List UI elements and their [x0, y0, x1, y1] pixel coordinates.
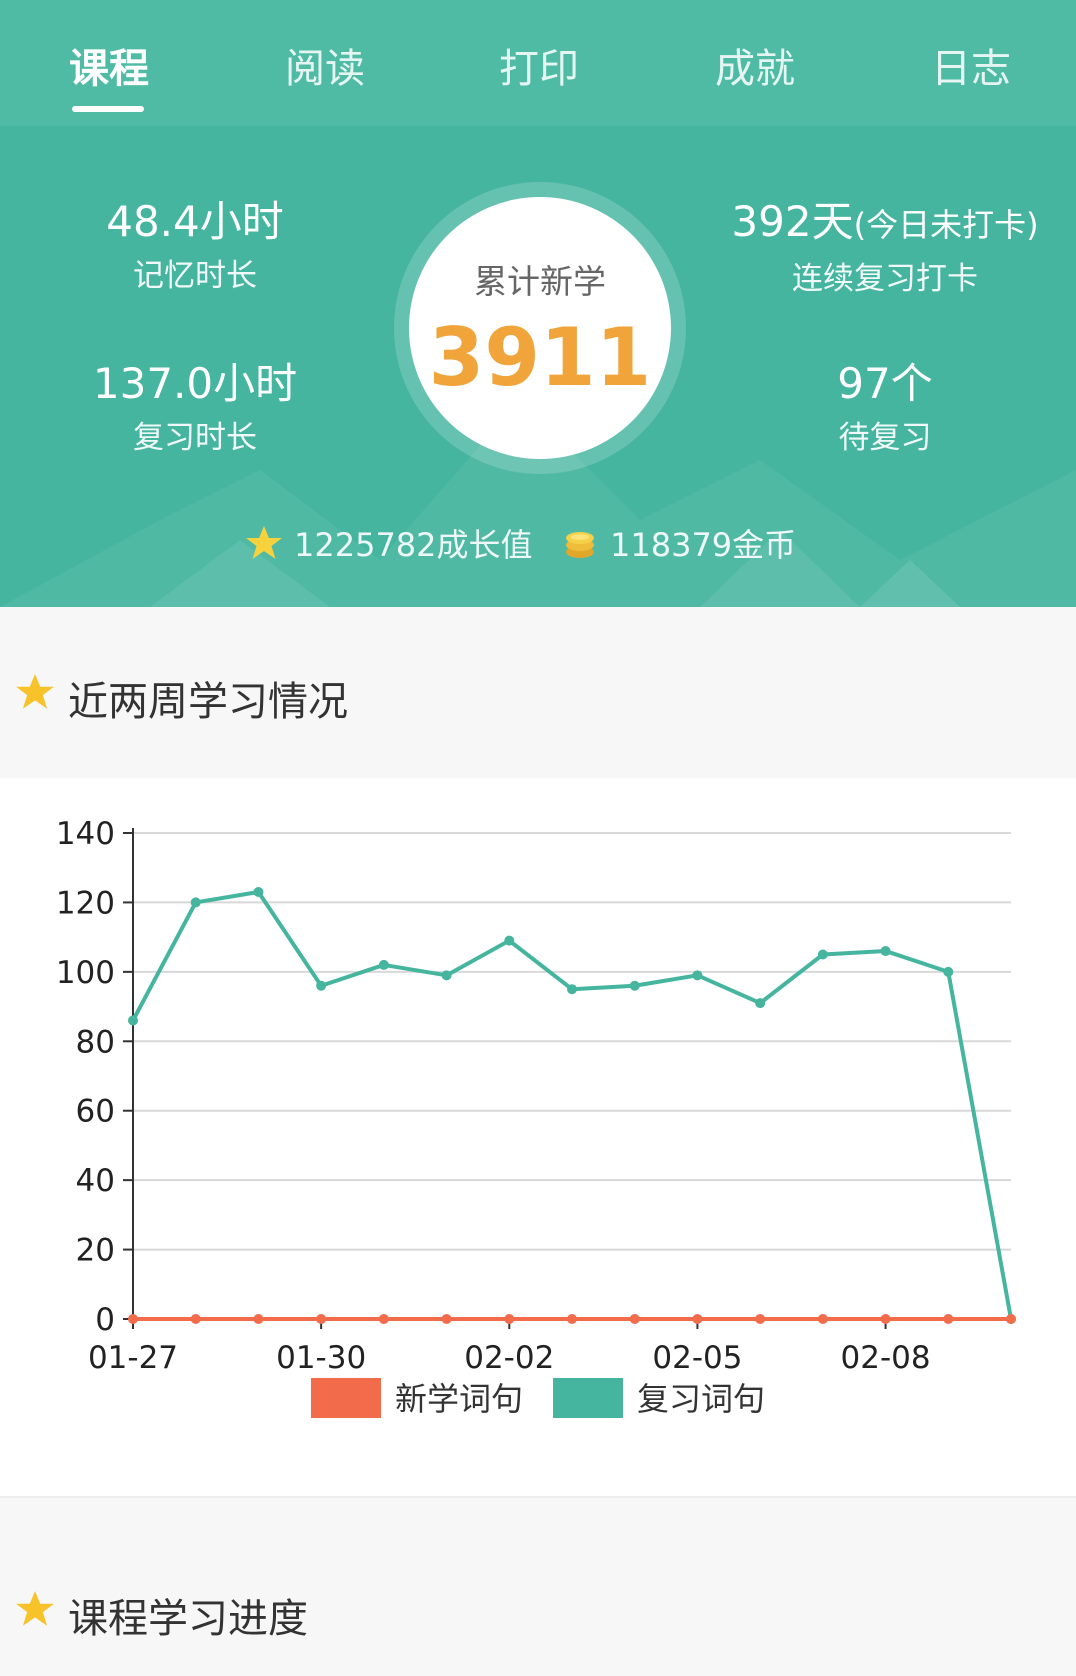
legend-label: 复习词句	[637, 1380, 765, 1418]
legend-swatch	[311, 1378, 381, 1418]
x-tick-label: 01-30	[276, 1340, 366, 1376]
streak-value: 392天	[731, 197, 854, 246]
y-tick-label: 40	[76, 1163, 115, 1199]
total-new-circle[interactable]: 累计新学 3911	[409, 197, 671, 459]
data-point	[128, 1015, 138, 1026]
data-point	[504, 935, 515, 946]
tab-reading[interactable]: 阅读	[260, 36, 390, 92]
data-point	[441, 970, 452, 981]
section-title: 课程学习进度	[68, 1596, 308, 1642]
total-new-value: 3911	[428, 311, 652, 404]
review-time-label: 复习时长	[133, 420, 257, 456]
legend-label: 新学词句	[395, 1380, 523, 1418]
data-point	[755, 1314, 766, 1324]
course-progress-section-header: 课程学习进度	[0, 1500, 1076, 1676]
section-title: 近两周学习情况	[68, 679, 348, 725]
data-point	[567, 984, 577, 995]
y-tick-label: 20	[76, 1233, 115, 1269]
data-point	[316, 980, 327, 991]
memory-time-value: 48.4小时	[106, 197, 284, 246]
y-tick-label: 60	[76, 1094, 115, 1130]
data-point	[880, 1314, 891, 1324]
y-tick-label: 120	[56, 885, 115, 921]
x-tick-label: 02-02	[464, 1340, 554, 1376]
data-point	[629, 980, 640, 991]
review-time-value: 137.0小时	[92, 359, 298, 408]
data-point	[253, 1314, 264, 1324]
growth-points: 1225782成长值	[244, 518, 533, 568]
y-tick-label: 140	[56, 816, 115, 852]
two-week-study-section-header: 近两周学习情况	[0, 607, 1076, 775]
star-icon	[246, 526, 282, 559]
data-point	[378, 1314, 389, 1324]
y-tick-label: 0	[95, 1302, 115, 1338]
pending-value: 97个	[837, 359, 933, 408]
study-chart-card: 0 20 40 60 80 100 120 140 01-27 01-30 02-02 02-05 02…	[0, 778, 1076, 1498]
review-time-stat: 137.0小时 复习时长	[60, 358, 330, 460]
data-point	[817, 1314, 828, 1324]
y-tick-label: 80	[76, 1024, 115, 1060]
pending-label: 待复习	[838, 420, 932, 456]
data-point	[943, 1314, 954, 1324]
data-point	[943, 966, 954, 977]
data-point	[629, 1314, 640, 1324]
tab-achievements[interactable]: 成就	[690, 36, 820, 92]
data-point	[1006, 1314, 1016, 1324]
star-icon	[16, 674, 54, 709]
data-point	[128, 1314, 138, 1324]
data-point	[817, 949, 828, 960]
star-icon	[16, 1591, 54, 1626]
legend-swatch	[553, 1378, 623, 1418]
data-point	[253, 887, 264, 898]
total-new-label: 累计新学	[474, 262, 606, 301]
top-tab-bar: 课程 阅读 打印 成就 日志	[0, 0, 1076, 126]
coin-stack-icon	[566, 532, 594, 558]
data-point	[504, 1314, 515, 1324]
x-tick-label: 01-27	[88, 1340, 178, 1376]
streak-suffix: (今日未打卡)	[853, 206, 1039, 244]
data-point	[755, 998, 766, 1009]
x-tick-label: 02-08	[841, 1340, 931, 1376]
data-point	[441, 1314, 452, 1324]
streak-label: 连续复习打卡	[792, 261, 978, 297]
streak-stat: 392天(今日未打卡) 连续复习打卡	[720, 196, 1050, 301]
series-line-1	[131, 890, 1013, 1320]
memory-time-stat: 48.4小时 记忆时长	[60, 196, 330, 298]
coins: 118379金币	[560, 518, 796, 568]
tab-print[interactable]: 打印	[474, 36, 604, 92]
data-point	[880, 946, 891, 957]
data-point	[190, 1314, 201, 1324]
study-line-chart: 0 20 40 60 80 100 120 140 01-27 01-30 02-02 02-05 02…	[56, 816, 1016, 1418]
x-tick-label: 02-05	[652, 1340, 742, 1376]
data-point	[567, 1314, 577, 1324]
y-tick-label: 100	[56, 955, 115, 991]
stats-header: 课程 阅读 打印 成就 日志 48.4小时 记忆时长 137.0小时 复习时长 …	[0, 0, 1076, 607]
data-point	[316, 1314, 327, 1324]
data-point	[190, 897, 201, 908]
data-point	[692, 1314, 703, 1324]
tab-log[interactable]: 日志	[906, 36, 1036, 92]
coins-value: 118379金币	[610, 526, 797, 564]
growth-points-value: 1225782成长值	[294, 526, 533, 564]
memory-time-label: 记忆时长	[133, 258, 257, 294]
tab-course[interactable]: 课程	[44, 36, 174, 92]
pending-stat[interactable]: 97个 待复习	[745, 358, 1025, 460]
data-point	[692, 970, 703, 981]
data-point	[378, 959, 389, 970]
active-tab-indicator	[72, 106, 144, 112]
